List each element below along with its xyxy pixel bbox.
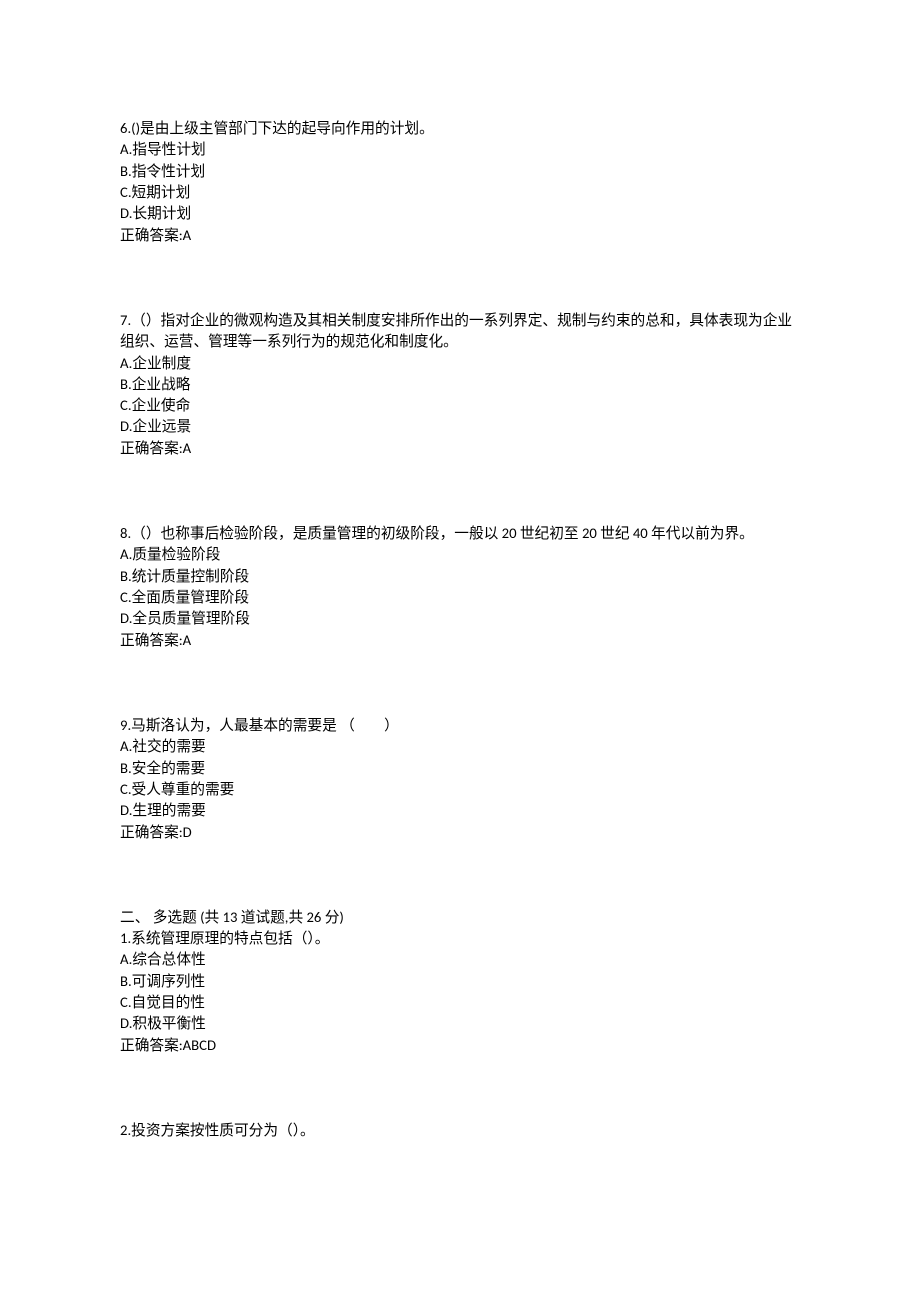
- option-c: C.企业使命: [120, 395, 800, 416]
- option-a: A.指导性计划: [120, 139, 800, 160]
- correct-answer: 正确答案:D: [120, 822, 800, 843]
- question-stem: 9.马斯洛认为，人最基本的需要是 （ ）: [120, 715, 800, 736]
- section-2-q1: 二、 多选题 (共 13 道试题,共 26 分) 1.系统管理原理的特点包括（）…: [120, 907, 800, 1056]
- question-stem: 7.（）指对企业的微观构造及其相关制度安排所作出的一系列界定、规制与约束的总和，…: [120, 310, 800, 353]
- question-7: 7.（）指对企业的微观构造及其相关制度安排所作出的一系列界定、规制与约束的总和，…: [120, 310, 800, 459]
- question-stem: 1.系统管理原理的特点包括（）。: [120, 928, 800, 949]
- option-b: B.可调序列性: [120, 971, 800, 992]
- correct-answer: 正确答案:ABCD: [120, 1035, 800, 1056]
- option-b: B.企业战略: [120, 374, 800, 395]
- option-c: C.短期计划: [120, 182, 800, 203]
- correct-answer: 正确答案:A: [120, 630, 800, 651]
- section-2-q2: 2.投资方案按性质可分为（）。: [120, 1120, 800, 1141]
- question-6: 6.()是由上级主管部门下达的起导向作用的计划。 A.指导性计划 B.指令性计划…: [120, 118, 800, 246]
- option-d: D.长期计划: [120, 203, 800, 224]
- option-d: D.积极平衡性: [120, 1013, 800, 1034]
- option-d: D.全员质量管理阶段: [120, 608, 800, 629]
- question-9: 9.马斯洛认为，人最基本的需要是 （ ） A.社交的需要 B.安全的需要 C.受…: [120, 715, 800, 843]
- option-c: C.受人尊重的需要: [120, 779, 800, 800]
- option-b: B.统计质量控制阶段: [120, 566, 800, 587]
- option-a: A.质量检验阶段: [120, 544, 800, 565]
- option-d: D.生理的需要: [120, 800, 800, 821]
- option-b: B.安全的需要: [120, 758, 800, 779]
- option-a: A.综合总体性: [120, 949, 800, 970]
- option-c: C.全面质量管理阶段: [120, 587, 800, 608]
- question-stem: 2.投资方案按性质可分为（）。: [120, 1120, 800, 1141]
- question-8: 8.（）也称事后检验阶段，是质量管理的初级阶段，一般以 20 世纪初至 20 世…: [120, 523, 800, 651]
- option-d: D.企业远景: [120, 416, 800, 437]
- option-a: A.社交的需要: [120, 736, 800, 757]
- option-c: C.自觉目的性: [120, 992, 800, 1013]
- option-b: B.指令性计划: [120, 161, 800, 182]
- question-stem: 8.（）也称事后检验阶段，是质量管理的初级阶段，一般以 20 世纪初至 20 世…: [120, 523, 800, 544]
- correct-answer: 正确答案:A: [120, 438, 800, 459]
- question-stem: 6.()是由上级主管部门下达的起导向作用的计划。: [120, 118, 800, 139]
- section-2-header: 二、 多选题 (共 13 道试题,共 26 分): [120, 907, 800, 928]
- correct-answer: 正确答案:A: [120, 225, 800, 246]
- option-a: A.企业制度: [120, 353, 800, 374]
